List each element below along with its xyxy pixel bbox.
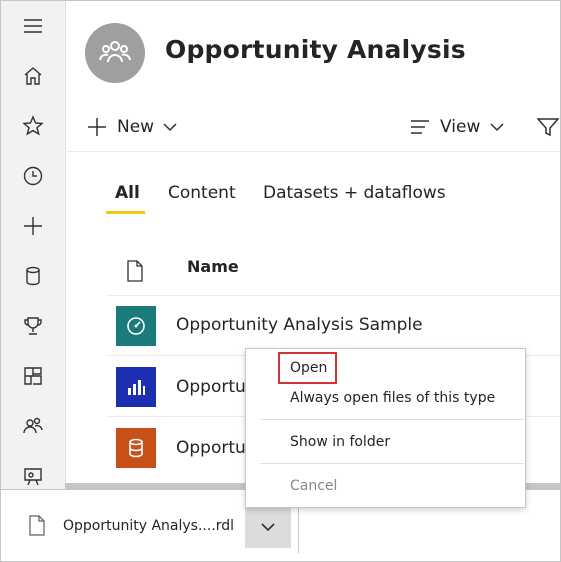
new-button[interactable]: New <box>87 113 177 141</box>
chevron-down-icon <box>261 522 275 531</box>
row-type-tile <box>116 428 156 468</box>
file-type-icon <box>127 260 143 282</box>
menu-item-always-open[interactable]: Always open files of this type <box>290 390 495 406</box>
menu-item-cancel: Cancel <box>290 478 338 494</box>
favorites-star-icon[interactable] <box>1 106 65 146</box>
row-name[interactable]: Opportunity Analysis Sample <box>176 315 423 335</box>
row-type-tile <box>116 367 156 407</box>
people-group-icon <box>99 41 131 63</box>
home-icon[interactable] <box>1 56 65 96</box>
filter-funnel-icon <box>537 118 559 137</box>
tab-datasets-dataflows[interactable]: Datasets + dataflows <box>263 183 446 203</box>
powerbi-window: Opportunity Analysis New View All Conten… <box>0 0 561 562</box>
report-bar-chart-icon <box>128 380 145 395</box>
column-header-name[interactable]: Name <box>187 257 239 276</box>
workspace-avatar <box>85 23 145 83</box>
menu-item-show-in-folder[interactable]: Show in folder <box>290 434 390 450</box>
download-context-menu: Open Always open files of this type Show… <box>245 348 526 508</box>
shared-people-icon[interactable] <box>1 406 65 446</box>
recent-clock-icon[interactable] <box>1 156 65 196</box>
toolbar-divider <box>65 151 560 152</box>
chevron-down-icon <box>163 123 177 132</box>
goals-trophy-icon[interactable] <box>1 306 65 346</box>
view-button[interactable]: View <box>410 113 504 141</box>
tab-content[interactable]: Content <box>168 183 236 203</box>
left-nav-rail <box>1 1 66 489</box>
new-button-label: New <box>117 117 155 137</box>
list-lines-icon <box>411 120 429 134</box>
dashboard-gauge-icon <box>127 317 145 335</box>
menu-item-open[interactable]: Open <box>290 360 327 376</box>
apps-grid-icon[interactable] <box>1 356 65 396</box>
dataset-database-icon <box>129 438 143 458</box>
row-type-tile <box>116 306 156 346</box>
download-options-button[interactable] <box>245 506 291 548</box>
header-divider <box>106 295 560 296</box>
view-button-label: View <box>440 117 481 137</box>
plus-icon <box>88 118 106 136</box>
menu-separator <box>260 463 524 464</box>
download-file-name[interactable]: Opportunity Analys....rdl <box>63 518 234 534</box>
hamburger-menu-icon[interactable] <box>1 6 65 46</box>
workspace-title: Opportunity Analysis <box>165 35 466 64</box>
menu-separator <box>260 419 524 420</box>
filter-button[interactable] <box>537 113 559 141</box>
datasets-cylinder-icon[interactable] <box>1 256 65 296</box>
document-file-icon <box>29 515 45 536</box>
tab-all[interactable]: All <box>115 183 140 203</box>
create-plus-icon[interactable] <box>1 206 65 246</box>
active-tab-indicator <box>106 211 145 214</box>
chevron-down-icon <box>490 123 504 132</box>
